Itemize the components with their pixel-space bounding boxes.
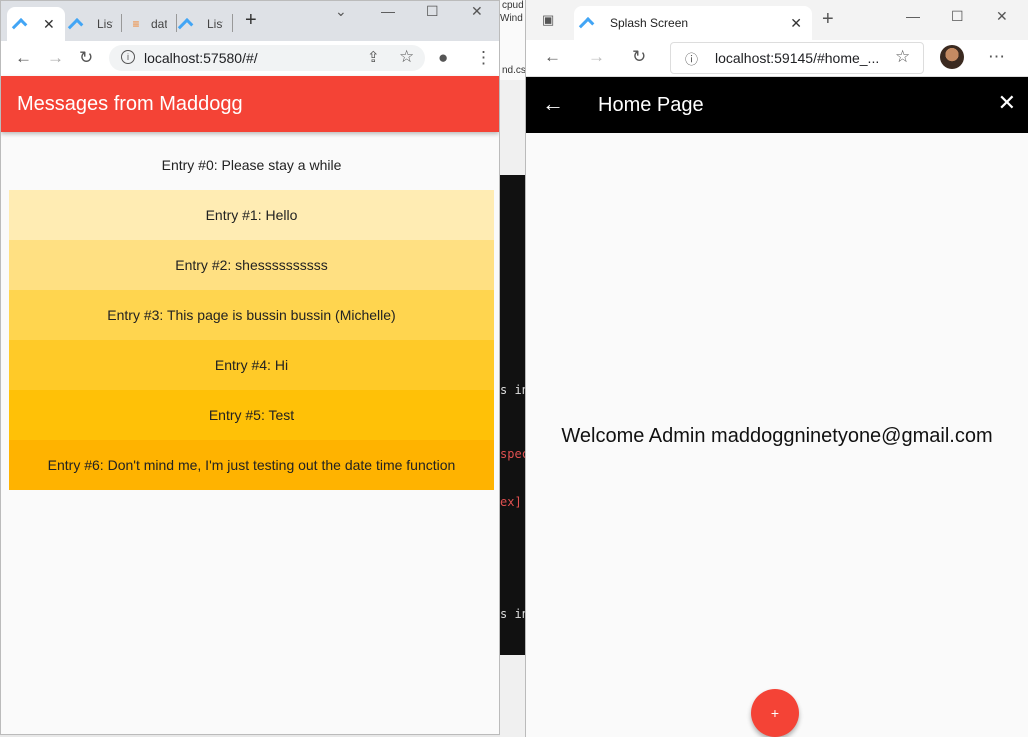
stackoverflow-icon: ≡ — [132, 17, 140, 31]
tab-actions-icon[interactable]: ▣ — [542, 12, 554, 28]
welcome-message: Welcome Admin maddoggninetyone@gmail.com — [561, 425, 993, 447]
chrome-tab-active[interactable]: ✕ — [7, 7, 65, 41]
minimize-icon[interactable]: — — [381, 3, 395, 19]
background-text: nd.cs — [502, 65, 526, 76]
chrome-tab[interactable]: ≡ dat — [129, 7, 173, 41]
maximize-icon[interactable]: ☐ — [951, 8, 964, 25]
bookmark-star-icon[interactable]: ☆ — [399, 47, 414, 67]
menu-icon[interactable]: ⋮ — [475, 48, 492, 68]
share-icon[interactable]: ⇪ — [367, 48, 380, 66]
back-icon[interactable]: ← — [15, 48, 32, 68]
maximize-icon[interactable]: ☐ — [426, 3, 439, 20]
chrome-window: ✕ List ≡ dat List + ⌄ — ☐ ✕ ← → ↻ i loca… — [0, 0, 500, 735]
terminal-line: s in — [500, 383, 526, 397]
entry-text: Entry #5: Test — [208, 407, 295, 423]
list-item[interactable]: Entry #3: This page is bussin bussin (Mi… — [9, 290, 494, 340]
background-text: Wind — [500, 13, 523, 24]
close-window-icon[interactable]: ✕ — [471, 3, 483, 20]
message-list: Entry #0: Please stay a while Entry #1: … — [9, 140, 494, 490]
avatar[interactable] — [940, 45, 964, 69]
chrome-toolbar: ← → ↻ i localhost:57580/#/ ⇪ ☆ ● ⋮ — [1, 41, 499, 77]
tab-separator — [121, 14, 122, 32]
entry-text: Entry #4: Hi — [214, 357, 289, 373]
close-tab-icon[interactable]: ✕ — [790, 15, 802, 32]
reload-icon[interactable]: ↻ — [632, 47, 646, 67]
edge-tab-active[interactable]: Splash Screen ✕ — [574, 6, 812, 40]
forward-icon[interactable]: → — [47, 48, 64, 68]
chrome-tab[interactable]: List — [185, 7, 229, 41]
tab-label: List — [207, 17, 223, 31]
reload-icon[interactable]: ↻ — [79, 48, 93, 68]
entry-text: Entry #3: This page is bussin bussin (Mi… — [107, 307, 396, 323]
forward-icon[interactable]: → — [588, 47, 605, 67]
address-bar[interactable]: ⓘ localhost:59145/#home_... ☆ — [670, 42, 924, 74]
address-bar[interactable]: i localhost:57580/#/ ⇪ ☆ — [109, 45, 425, 71]
entry-text: Entry #2: shessssssssss — [175, 257, 328, 273]
close-tab-icon[interactable]: ✕ — [43, 16, 55, 33]
tab-search-icon[interactable]: ⌄ — [335, 3, 347, 20]
menu-icon[interactable]: ⋯ — [988, 47, 1005, 67]
close-icon[interactable]: ✕ — [998, 90, 1016, 116]
flutter-icon — [19, 17, 33, 31]
edge-window: ▣ Splash Screen ✕ + — ☐ ✕ ← → ↻ ⓘ localh… — [525, 0, 1028, 737]
app-bar: Messages from Maddogg — [1, 76, 499, 132]
chrome-tab-bar: ✕ List ≡ dat List + ⌄ — ☐ ✕ — [1, 1, 499, 41]
list-item[interactable]: Entry #4: Hi — [9, 340, 494, 390]
address-bar-url: localhost:57580/#/ — [144, 50, 258, 66]
entry-text: Entry #6: Don't mind me, I'm just testin… — [47, 457, 456, 473]
list-item[interactable]: Entry #0: Please stay a while — [9, 140, 494, 190]
terminal-line: spec — [500, 447, 526, 461]
flutter-icon — [586, 16, 600, 30]
terminal-line: s in — [500, 607, 526, 621]
tab-label: Splash Screen — [610, 16, 689, 30]
tab-label: List — [97, 17, 113, 31]
list-item[interactable]: Entry #1: Hello — [9, 190, 494, 240]
add-button[interactable]: + — [751, 689, 799, 737]
edge-tab-bar: ▣ Splash Screen ✕ + — ☐ ✕ — [526, 0, 1028, 40]
app-bar: ← Home Page ✕ — [526, 77, 1028, 133]
entry-text: Entry #1: Hello — [205, 207, 298, 223]
background-terminal: s in spec ex] s in — [500, 175, 526, 655]
tab-label: dat — [151, 17, 167, 31]
tab-separator — [232, 14, 233, 32]
page-title: Messages from Maddogg — [17, 93, 243, 115]
flutter-icon — [75, 17, 89, 31]
address-bar-url: localhost:59145/#home_... — [715, 50, 880, 66]
list-item[interactable]: Entry #6: Don't mind me, I'm just testin… — [9, 440, 494, 490]
list-item[interactable]: Entry #2: shessssssssss — [9, 240, 494, 290]
chrome-tab[interactable]: List — [75, 7, 119, 41]
add-favorite-icon[interactable]: ☆ — [895, 47, 910, 67]
close-window-icon[interactable]: ✕ — [996, 8, 1008, 25]
entry-text: Entry #0: Please stay a while — [161, 157, 342, 173]
edge-toolbar: ← → ↻ ⓘ localhost:59145/#home_... ☆ ⋯ — [526, 40, 1028, 77]
flutter-icon — [185, 17, 199, 31]
profile-icon[interactable]: ● — [438, 48, 448, 68]
site-info-icon[interactable]: i — [121, 50, 135, 64]
back-arrow-icon[interactable]: ← — [542, 91, 564, 117]
tab-separator — [176, 14, 177, 32]
list-item[interactable]: Entry #5: Test — [9, 390, 494, 440]
new-tab-icon[interactable]: + — [822, 8, 834, 31]
new-tab-icon[interactable]: + — [245, 9, 257, 32]
back-icon[interactable]: ← — [544, 47, 561, 67]
minimize-icon[interactable]: — — [906, 8, 920, 24]
terminal-line: ex] — [500, 495, 522, 509]
page-title: Home Page — [598, 94, 704, 116]
site-info-icon[interactable]: ⓘ — [685, 49, 698, 68]
background-text: cpud — [502, 0, 524, 11]
